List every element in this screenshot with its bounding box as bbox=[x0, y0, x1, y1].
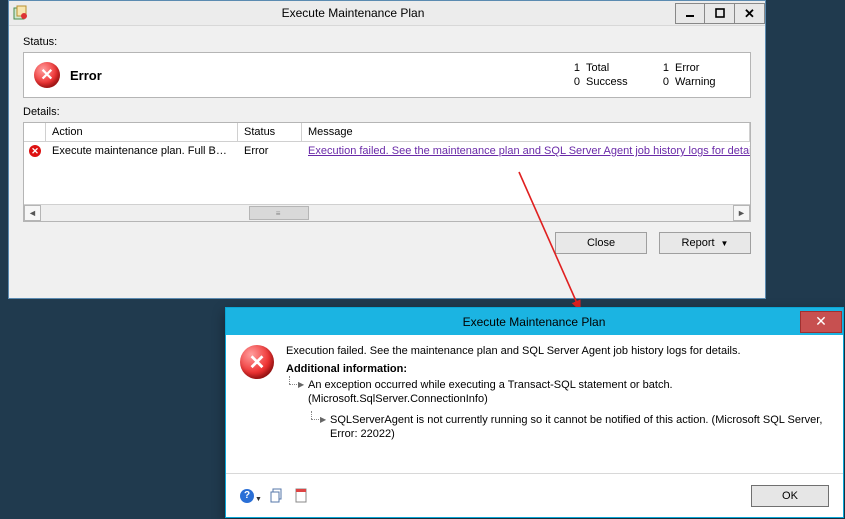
error-icon: ✕ bbox=[240, 345, 274, 379]
additional-info-item: ▶ An exception occurred while executing … bbox=[286, 378, 827, 407]
col-status[interactable]: Status bbox=[238, 123, 302, 141]
count-total-n: 1 bbox=[564, 62, 584, 74]
window-title: Execute Maintenance Plan bbox=[268, 315, 800, 329]
count-warning-n: 0 bbox=[653, 76, 673, 88]
close-button[interactable]: ✕ bbox=[800, 311, 842, 333]
cell-status: Error bbox=[238, 145, 302, 157]
col-icon[interactable] bbox=[24, 123, 46, 141]
help-icon: ? bbox=[240, 489, 254, 503]
titlebar[interactable]: Execute Maintenance Plan ✕ bbox=[226, 308, 843, 335]
cell-action: Execute maintenance plan. Full Bac... bbox=[46, 145, 238, 157]
status-counts: 1 Total 1 Error 0 Success 0 Warning bbox=[564, 62, 740, 88]
report-button[interactable]: Report▼ bbox=[659, 232, 751, 254]
details-table: Action Status Message ✕ Execute maintena… bbox=[23, 122, 751, 222]
col-action[interactable]: Action bbox=[46, 123, 238, 141]
count-error-l: Error bbox=[675, 62, 740, 74]
status-label: Status: bbox=[23, 36, 751, 48]
additional-info-item: ▶ SQLServerAgent is not currently runnin… bbox=[308, 413, 827, 442]
close-button[interactable]: ✕ bbox=[735, 3, 765, 24]
help-button[interactable]: ?▼ bbox=[240, 489, 262, 503]
close-button[interactable]: Close bbox=[555, 232, 647, 254]
status-text: Error bbox=[70, 68, 102, 83]
count-success-n: 0 bbox=[564, 76, 584, 88]
app-icon bbox=[9, 5, 31, 21]
document-icon[interactable] bbox=[294, 488, 310, 504]
details-label: Details: bbox=[23, 106, 751, 118]
count-success-l: Success bbox=[586, 76, 651, 88]
ok-button[interactable]: OK bbox=[751, 485, 829, 507]
cell-message-link[interactable]: Execution failed. See the maintenance pl… bbox=[302, 145, 750, 157]
count-warning-l: Warning bbox=[675, 76, 740, 88]
chevron-down-icon: ▼ bbox=[721, 239, 729, 248]
scroll-thumb[interactable]: ≡ bbox=[249, 206, 309, 220]
status-panel: ✕ Error 1 Total 1 Error 0 Success 0 Warn… bbox=[23, 52, 751, 98]
additional-info-heading: Additional information: bbox=[286, 363, 827, 375]
table-row[interactable]: ✕ Execute maintenance plan. Full Bac... … bbox=[24, 142, 750, 160]
maximize-button[interactable] bbox=[705, 3, 735, 24]
error-detail-window: Execute Maintenance Plan ✕ ✕ Execution f… bbox=[225, 307, 844, 518]
scroll-left-button[interactable]: ◄ bbox=[24, 205, 41, 221]
error-icon: ✕ bbox=[34, 62, 60, 88]
error-message: Execution failed. See the maintenance pl… bbox=[286, 345, 827, 357]
copy-icon[interactable] bbox=[270, 488, 286, 504]
window-title: Execute Maintenance Plan bbox=[31, 6, 675, 20]
execute-plan-window: Execute Maintenance Plan ✕ Status: ✕ Err… bbox=[8, 0, 766, 299]
col-message[interactable]: Message bbox=[302, 123, 750, 141]
count-total-l: Total bbox=[586, 62, 651, 74]
minimize-button[interactable] bbox=[675, 3, 705, 24]
count-error-n: 1 bbox=[653, 62, 673, 74]
scroll-track[interactable]: ≡ bbox=[41, 205, 733, 221]
horizontal-scrollbar[interactable]: ◄ ≡ ► bbox=[24, 204, 750, 221]
titlebar[interactable]: Execute Maintenance Plan ✕ bbox=[9, 1, 765, 26]
scroll-right-button[interactable]: ► bbox=[733, 205, 750, 221]
error-icon: ✕ bbox=[29, 145, 41, 157]
